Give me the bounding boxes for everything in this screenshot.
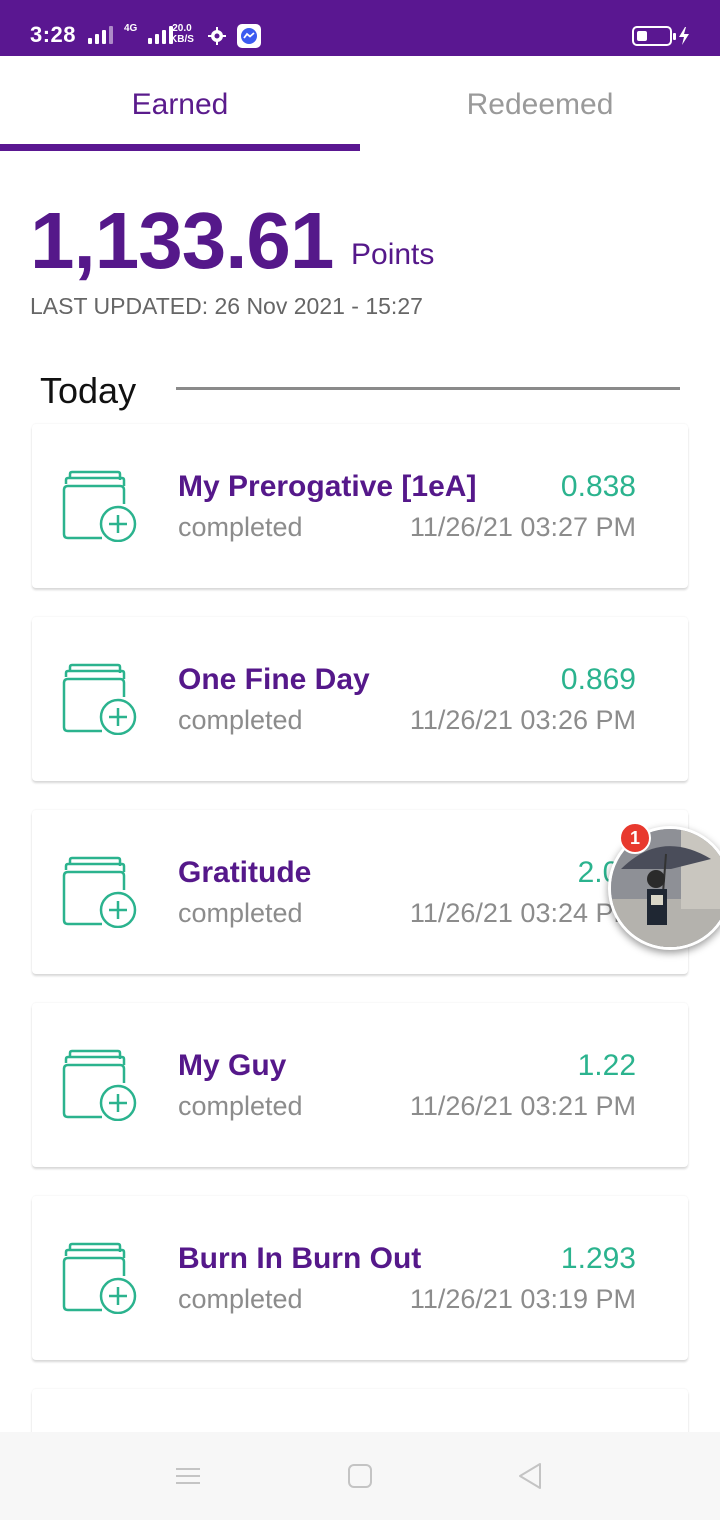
section-title: Today — [40, 370, 137, 411]
tab-redeemed[interactable]: Redeemed — [360, 56, 720, 152]
list-item[interactable]: My Prerogative [1eA] 0.838 completed 11/26/… — [32, 424, 688, 588]
item-timestamp: 11/26/21 03:26 PM — [409, 705, 636, 735]
folder-add-icon — [62, 1047, 138, 1122]
list-item[interactable]: Gratitude 2.09 completed 11/26/21 03:24 PM — [32, 810, 688, 974]
last-updated: LAST UPDATED: 26 Nov 2021 - 15:27 — [30, 293, 423, 319]
menu-icon[interactable] — [172, 1460, 204, 1492]
item-title: Gratitude — [178, 856, 312, 889]
folder-add-icon — [62, 661, 138, 736]
battery-icon — [632, 26, 676, 46]
item-points: 1.293 — [560, 1242, 636, 1275]
list-item[interactable]: My Guy 1.22 completed 11/26/21 03:21 PM — [32, 1003, 688, 1167]
item-status: completed — [178, 1091, 303, 1121]
section-divider — [176, 387, 680, 390]
item-points: 0.869 — [560, 663, 636, 696]
folder-add-icon — [62, 854, 138, 929]
back-icon[interactable] — [514, 1460, 546, 1492]
network-type: 4G — [124, 23, 138, 34]
tab-active-indicator — [0, 144, 360, 151]
home-icon[interactable] — [344, 1460, 376, 1492]
notification-badge: 1 — [619, 822, 651, 854]
item-status: completed — [178, 898, 303, 928]
points-total: 1,133.61 — [30, 196, 334, 285]
item-title: One Fine Day — [178, 663, 370, 696]
status-bar: 3:28 4G 20.0 KB/S — [0, 0, 720, 56]
signal-icon — [88, 26, 113, 44]
item-timestamp: 11/26/21 03:24 PM — [409, 898, 636, 928]
item-status: completed — [178, 512, 303, 542]
item-title: My Guy — [178, 1049, 287, 1082]
speed-unit: KB/S — [170, 34, 194, 45]
list-item[interactable]: One Fine Day 0.869 completed 11/26/21 03:26… — [32, 617, 688, 781]
list-item[interactable]: Burn In Burn Out 1.293 completed 11/26/21 0… — [32, 1196, 688, 1360]
tab-earned[interactable]: Earned — [0, 56, 360, 152]
speed-value: 20.0 — [172, 23, 192, 34]
network-speed: 20.0 KB/S — [170, 23, 194, 45]
item-status: completed — [178, 705, 303, 735]
item-timestamp: 11/26/21 03:27 PM — [409, 512, 636, 542]
system-nav-bar — [0, 1432, 720, 1520]
status-time: 3:28 — [30, 22, 77, 47]
tab-bar: Earned Redeemed — [0, 56, 720, 152]
item-title: My Prerogative [1eA] — [178, 470, 477, 503]
item-points: 0.838 — [560, 470, 636, 503]
item-points: 1.22 — [577, 1049, 636, 1082]
item-timestamp: 11/26/21 03:21 PM — [409, 1091, 636, 1121]
item-title: Burn In Burn Out — [178, 1242, 422, 1275]
item-status: completed — [178, 1284, 303, 1314]
folder-add-icon — [62, 468, 138, 543]
item-timestamp: 11/26/21 03:19 PM — [409, 1284, 636, 1314]
points-unit: Points — [351, 238, 435, 271]
charging-icon — [679, 27, 689, 45]
messenger-icon — [237, 24, 261, 48]
gear-icon — [208, 27, 226, 45]
folder-add-icon — [62, 1240, 138, 1315]
